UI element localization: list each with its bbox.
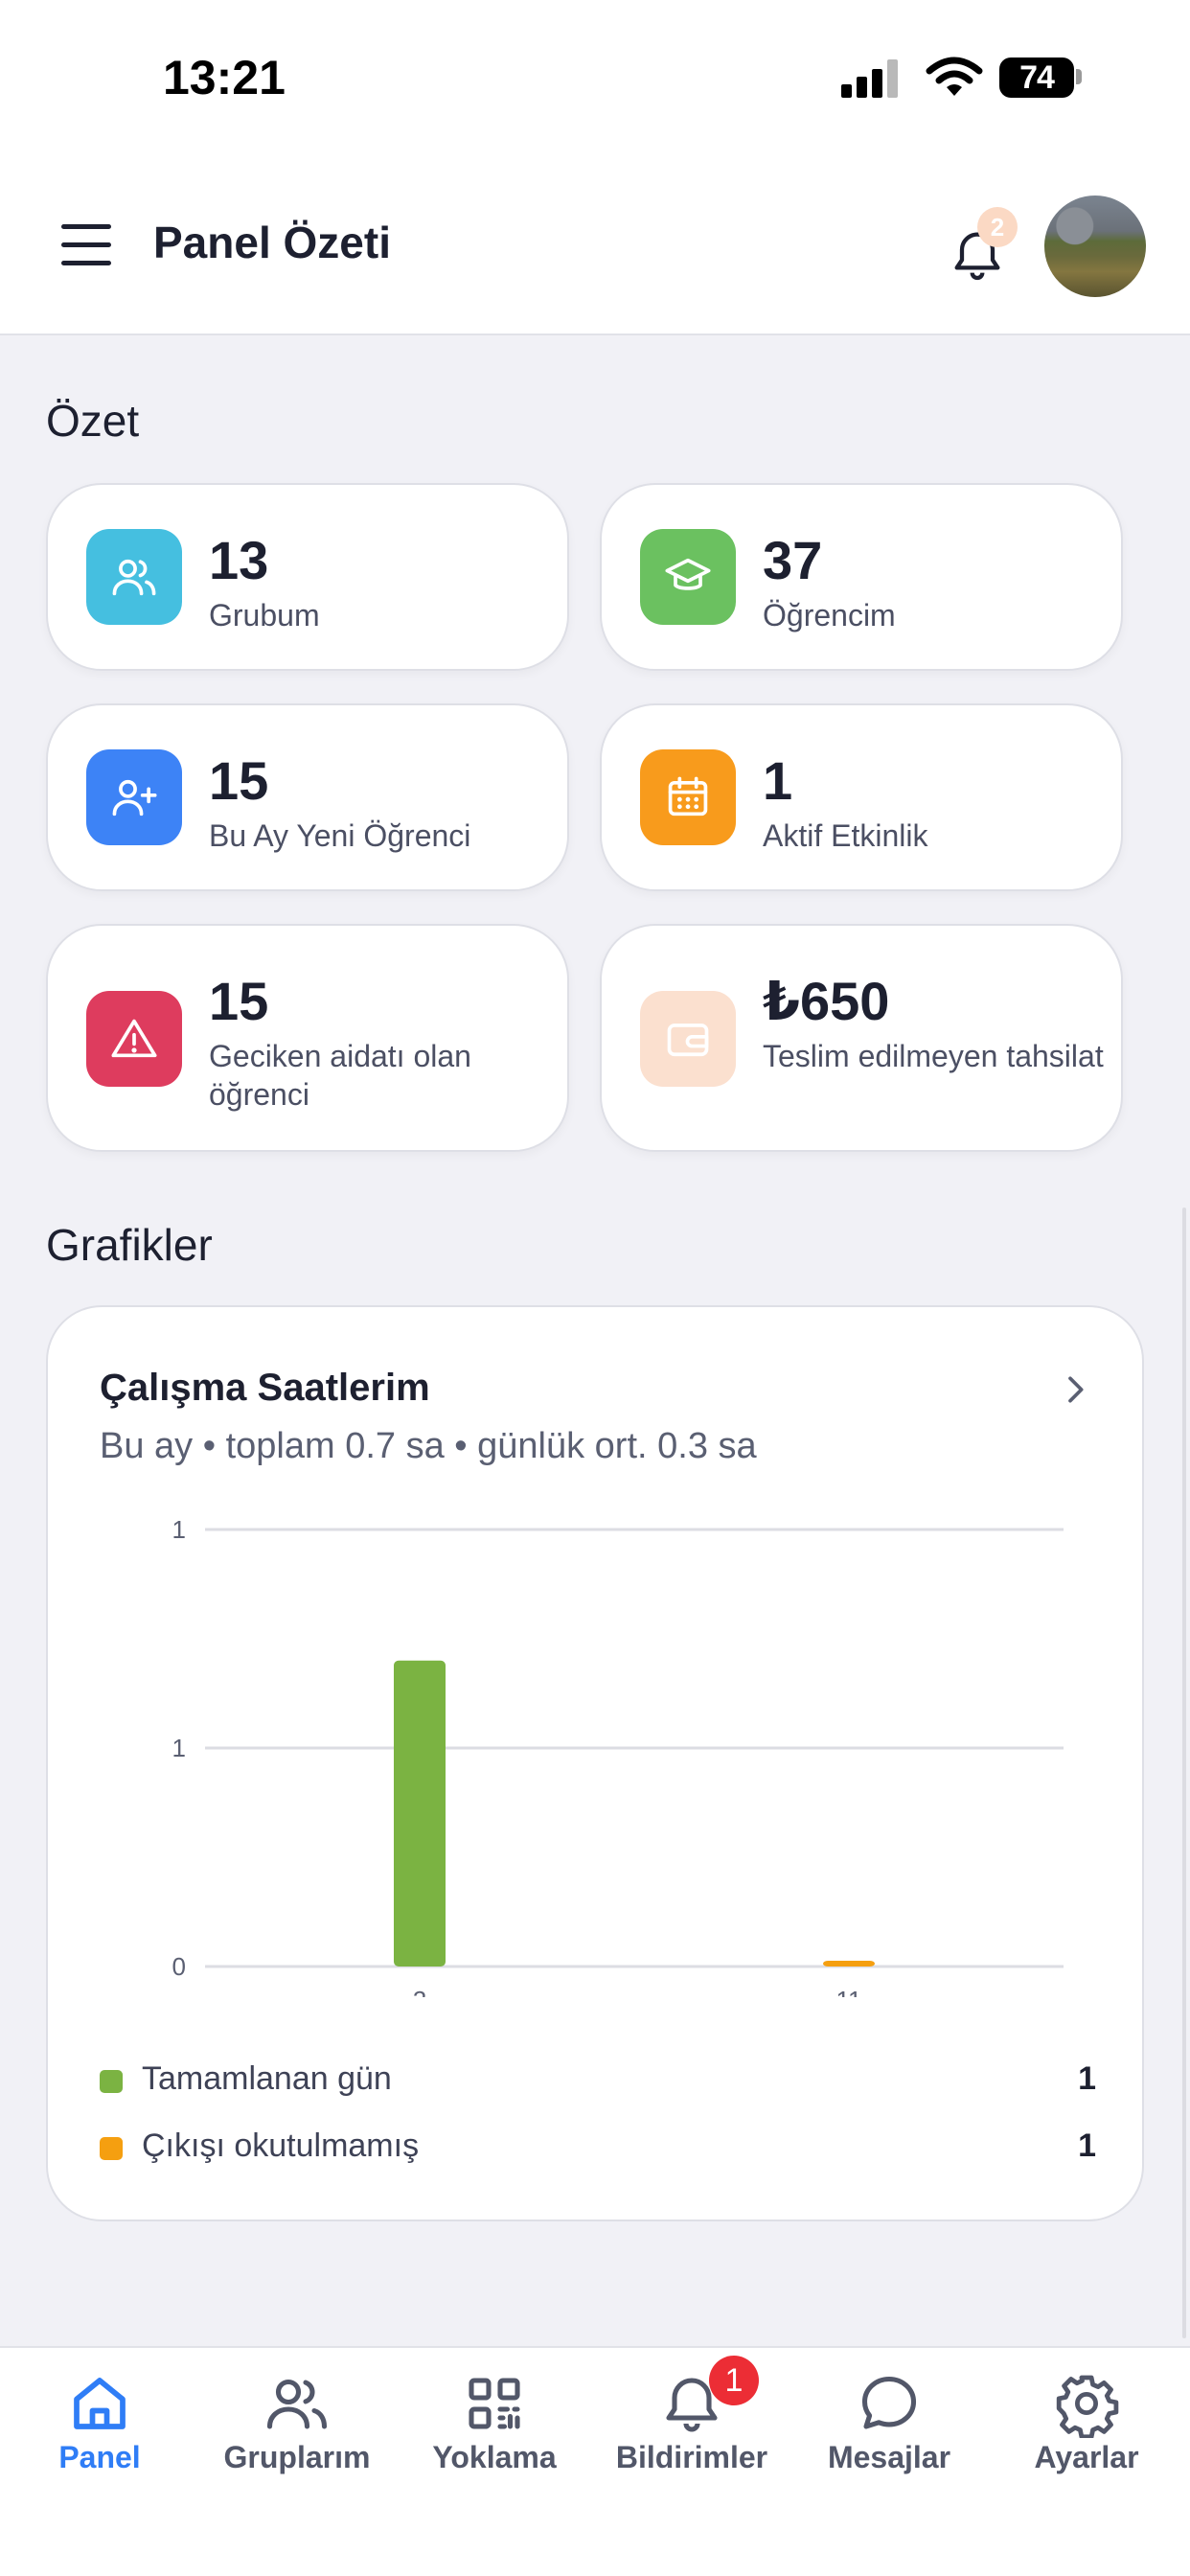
bar-chart: 011211: [172, 1515, 1064, 1997]
user-plus-icon: [86, 749, 182, 845]
stat-value: 15: [209, 971, 269, 1031]
stat-card-uncollected-payments[interactable]: ₺650 Teslim edilmeyen tahsilat: [600, 924, 1123, 1152]
y-tick-label: 1: [172, 1734, 186, 1762]
work-hours-chart-card[interactable]: Çalışma Saatlerim Bu ay • toplam 0.7 sa …: [46, 1305, 1144, 2221]
stat-card-groups[interactable]: 13 Grubum: [46, 483, 569, 671]
tab-label: Bildirimler: [615, 2440, 768, 2474]
stat-card-overdue-fees[interactable]: 15 Geciken aidatı olan öğrenci: [46, 924, 569, 1152]
y-tick-label: 0: [172, 1952, 186, 1981]
app-bar: Panel Özeti 2: [0, 163, 1190, 335]
signal-icon: [841, 56, 903, 98]
x-tick-label: 11: [836, 1986, 862, 1997]
tab-attendance[interactable]: Yoklama: [399, 2348, 590, 2501]
tab-label: Mesajlar: [827, 2440, 951, 2474]
chart-subtitle: Bu ay • toplam 0.7 sa • günlük ort. 0.3 …: [100, 1426, 757, 1466]
tab-label: Ayarlar: [1034, 2440, 1139, 2474]
stat-value: 13: [209, 530, 269, 590]
legend-value: 1: [1078, 2060, 1096, 2097]
home-icon: [74, 2378, 126, 2429]
status-time: 13:21: [163, 51, 286, 104]
stat-label: Aktif Etkinlik: [763, 818, 928, 853]
tab-notifications[interactable]: 1 Bildirimler: [596, 2348, 788, 2501]
scrollbar[interactable]: [1182, 1208, 1186, 2338]
wallet-icon: [640, 991, 736, 1087]
status-bar: 13:21 74: [0, 0, 1190, 163]
tab-label: Yoklama: [432, 2440, 557, 2474]
users-icon: [86, 529, 182, 625]
stat-value: ₺650: [763, 971, 890, 1031]
qr-code-icon: [469, 2378, 520, 2429]
status-icons: 74: [841, 56, 1090, 105]
legend-swatch: [100, 2070, 123, 2093]
stat-label: Grubum: [209, 598, 320, 632]
notification-badge: 1: [709, 2356, 759, 2405]
notifications-button[interactable]: 2: [941, 207, 1021, 288]
graduation-cap-icon: [640, 529, 736, 625]
bar: [823, 1961, 875, 1966]
calendar-icon: [640, 749, 736, 845]
battery-icon: 74: [999, 58, 1074, 98]
tab-groups[interactable]: Gruplarım: [201, 2348, 393, 2501]
stat-label: Öğrencim: [763, 598, 896, 632]
stat-label: Geciken aidatı olan öğrenci: [209, 1039, 471, 1112]
wifi-icon: [926, 57, 983, 96]
y-tick-label: 1: [172, 1515, 186, 1544]
stat-label: Bu Ay Yeni Öğrenci: [209, 818, 471, 853]
legend-label: Çıkışı okutulmamış: [142, 2128, 420, 2164]
stat-value: 15: [209, 750, 269, 811]
chevron-right-icon[interactable]: [1056, 1370, 1094, 1409]
legend-item: Çıkışı okutulmamış 1: [100, 2128, 1096, 2170]
stat-card-students[interactable]: 37 Öğrencim: [600, 483, 1123, 671]
stat-value: 37: [763, 530, 823, 590]
tab-label: Panel: [58, 2440, 141, 2474]
message-icon: [861, 2376, 917, 2429]
chart-title: Çalışma Saatlerim: [100, 1367, 430, 1409]
gear-icon: [1056, 2375, 1119, 2438]
stat-label: Teslim edilmeyen tahsilat: [763, 1039, 1104, 1073]
legend-label: Tamamlanan gün: [142, 2060, 392, 2097]
stat-card-active-events[interactable]: 1 Aktif Etkinlik: [600, 703, 1123, 891]
legend-value: 1: [1078, 2128, 1096, 2164]
page-title: Panel Özeti: [153, 218, 391, 267]
tab-messages[interactable]: Mesajlar: [793, 2348, 985, 2501]
x-tick-label: 2: [413, 1986, 426, 1997]
tab-label: Gruplarım: [223, 2440, 371, 2474]
tab-settings[interactable]: Ayarlar: [991, 2348, 1182, 2501]
legend-swatch: [100, 2137, 123, 2160]
tab-bar: Panel Gruplarım Yoklama 1 Bildirimler Me…: [0, 2346, 1190, 2576]
stat-card-new-students[interactable]: 15 Bu Ay Yeni Öğrenci: [46, 703, 569, 891]
warning-icon: [86, 991, 182, 1087]
bar: [394, 1660, 446, 1966]
summary-title: Özet: [46, 396, 140, 446]
tab-panel[interactable]: Panel: [4, 2348, 195, 2501]
avatar[interactable]: [1044, 196, 1146, 297]
notification-badge: 2: [977, 207, 1018, 247]
stat-value: 1: [763, 750, 793, 811]
legend-item: Tamamlanan gün 1: [100, 2060, 1096, 2103]
charts-title: Grafikler: [46, 1220, 213, 1270]
users-icon: [266, 2379, 328, 2429]
battery-level: 74: [1019, 58, 1055, 96]
menu-button[interactable]: [61, 224, 115, 266]
